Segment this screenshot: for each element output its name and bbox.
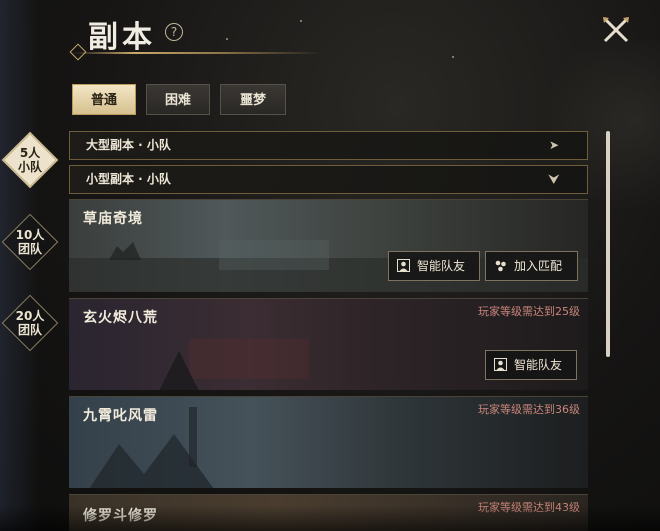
mode-label: 10人 团队 (15, 228, 45, 256)
button-label: 加入匹配 (514, 259, 563, 273)
mode-20-team[interactable]: 20人 团队 (1, 294, 59, 352)
level-requirement: 玩家等级需达到25级 (478, 305, 580, 318)
category-large-dungeon[interactable]: 大型副本 · 小队 ➤ (69, 131, 588, 160)
dungeon-card[interactable]: 九霄叱风雷 玩家等级需达到36级 (69, 396, 588, 488)
mode-10-team[interactable]: 10人 团队 (1, 213, 59, 271)
dungeon-name: 修罗斗修罗 (83, 508, 158, 524)
arrow-right-icon: ➤ (548, 138, 559, 152)
dungeon-card[interactable]: 草庙奇境 智能队友 加入匹配 (69, 199, 588, 292)
dungeon-card[interactable]: 修罗斗修罗 玩家等级需达到43级 (69, 494, 588, 531)
level-requirement: 玩家等级需达到43级 (478, 501, 580, 514)
tab-nightmare[interactable]: 噩梦 (220, 84, 286, 115)
close-icon[interactable] (600, 14, 632, 46)
sparkle (300, 20, 302, 22)
mode-5-squad[interactable]: 5人 小队 (1, 131, 59, 189)
tab-normal[interactable]: 普通 (72, 84, 136, 115)
category-label: 小型副本 · 小队 (86, 172, 171, 186)
help-icon[interactable]: ? (165, 23, 183, 41)
page-title: 副本 (88, 20, 156, 55)
sparkle (452, 56, 454, 58)
dungeon-name: 九霄叱风雷 (83, 408, 158, 424)
level-requirement: 玩家等级需达到36级 (478, 403, 580, 416)
sparkle (226, 38, 228, 40)
chevron-down-icon: ⮟ (548, 172, 559, 186)
portrait-icon (494, 358, 507, 371)
smart-teammate-button[interactable]: 智能队友 (388, 251, 480, 281)
smart-teammate-button[interactable]: 智能队友 (485, 350, 577, 380)
mode-label: 5人 小队 (17, 146, 42, 174)
dungeon-card[interactable]: 玄火烬八荒 玩家等级需达到25级 智能队友 (69, 298, 588, 390)
mode-label: 20人 团队 (15, 309, 45, 337)
dungeon-name: 草庙奇境 (83, 211, 143, 227)
tab-hard[interactable]: 困难 (146, 84, 210, 115)
title-underline (72, 52, 322, 54)
category-small-dungeon[interactable]: 小型副本 · 小队 ⮟ (69, 165, 588, 194)
group-icon (495, 260, 506, 272)
button-label: 智能队友 (417, 259, 466, 273)
button-label: 智能队友 (514, 358, 563, 372)
dungeon-name: 玄火烬八荒 (83, 310, 158, 326)
scrollbar[interactable] (606, 131, 610, 357)
portrait-icon (397, 259, 410, 272)
category-label: 大型副本 · 小队 (86, 138, 171, 152)
join-match-button[interactable]: 加入匹配 (485, 251, 578, 281)
